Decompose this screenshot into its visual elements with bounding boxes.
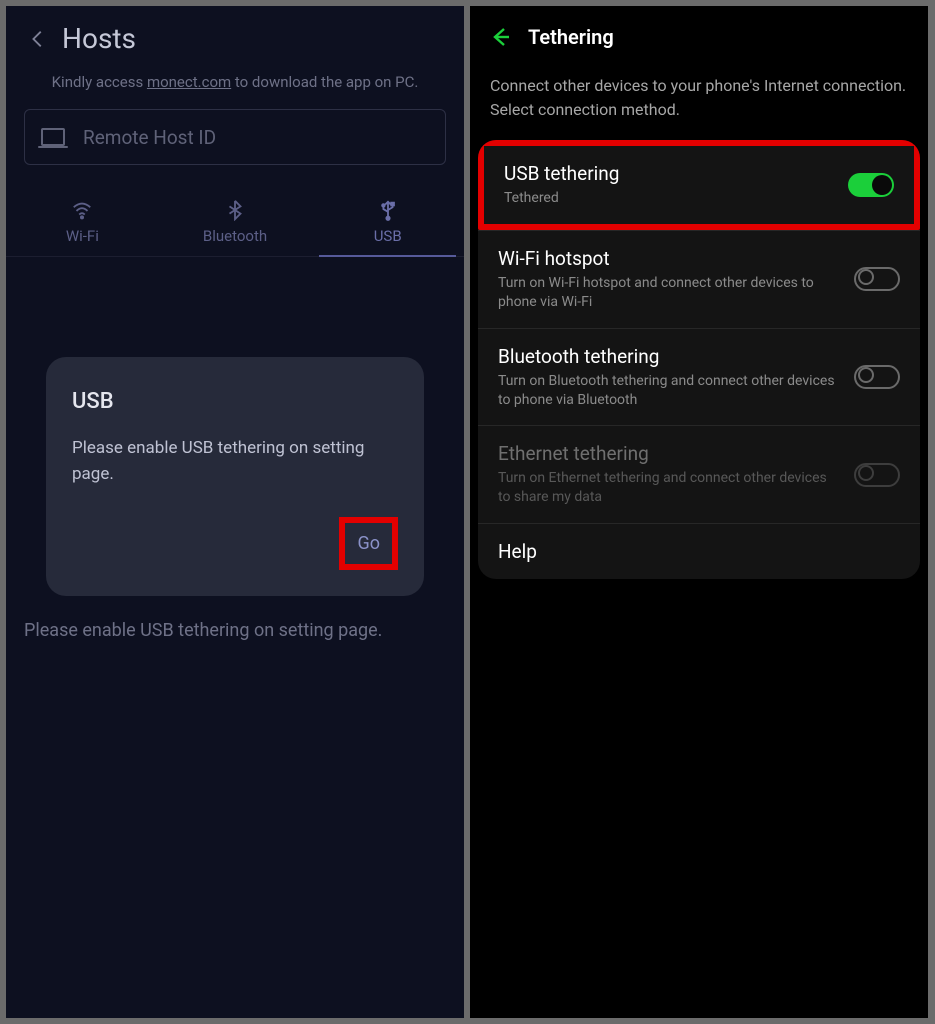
list-item-ethernet-tethering: Ethernet tethering Turn on Ethernet teth…	[478, 425, 920, 523]
ethernet-tethering-sub: Turn on Ethernet tethering and connect o…	[498, 469, 842, 507]
subtitle-post: to download the app on PC.	[231, 73, 418, 91]
tab-usb[interactable]: USB	[311, 187, 464, 256]
usb-tethering-toggle[interactable]	[848, 173, 894, 197]
help-title: Help	[498, 540, 900, 563]
tab-bluetooth[interactable]: Bluetooth	[159, 187, 312, 256]
usb-status-text: Please enable USB tethering on setting p…	[24, 620, 446, 641]
tab-wifi[interactable]: Wi-Fi	[6, 187, 159, 256]
tethering-screen: Tethering Connect other devices to your …	[470, 6, 928, 1018]
subtitle-pre: Kindly access	[52, 73, 147, 91]
monect-link[interactable]: monect.com	[147, 73, 231, 91]
usb-dialog-body: Please enable USB tethering on setting p…	[72, 436, 398, 487]
back-arrow-icon[interactable]	[488, 24, 514, 50]
page-title: Hosts	[62, 22, 136, 55]
tethering-list: USB tethering Tethered Wi-Fi hotspot Tur…	[478, 140, 920, 579]
tab-usb-label: USB	[374, 227, 402, 245]
usb-tethering-sub: Tethered	[504, 189, 836, 208]
tab-wifi-label: Wi-Fi	[66, 227, 99, 245]
bluetooth-tethering-sub: Turn on Bluetooth tethering and connect …	[498, 372, 842, 410]
bluetooth-tethering-toggle[interactable]	[854, 365, 900, 389]
wifi-icon	[71, 199, 93, 221]
subtitle-text: Kindly access monect.com to download the…	[24, 73, 446, 91]
header: Tethering	[470, 6, 928, 62]
bluetooth-icon	[224, 199, 246, 221]
go-button-highlight: Go	[339, 517, 398, 570]
page-subtitle: Connect other devices to your phone's In…	[470, 62, 928, 140]
list-item-bluetooth-tethering[interactable]: Bluetooth tethering Turn on Bluetooth te…	[478, 328, 920, 426]
tab-bluetooth-label: Bluetooth	[203, 227, 267, 245]
wifi-hotspot-title: Wi-Fi hotspot	[498, 247, 842, 270]
hosts-screen: Hosts Kindly access monect.com to downlo…	[6, 6, 464, 1018]
usb-dialog: USB Please enable USB tethering on setti…	[46, 357, 424, 596]
ethernet-tethering-toggle	[854, 463, 900, 487]
bluetooth-tethering-title: Bluetooth tethering	[498, 345, 842, 368]
remote-host-input[interactable]: Remote Host ID	[24, 109, 446, 165]
wifi-hotspot-toggle[interactable]	[854, 267, 900, 291]
page-title: Tethering	[528, 25, 614, 49]
wifi-hotspot-sub: Turn on Wi-Fi hotspot and connect other …	[498, 274, 842, 312]
usb-icon	[377, 199, 399, 221]
list-item-wifi-hotspot[interactable]: Wi-Fi hotspot Turn on Wi-Fi hotspot and …	[478, 230, 920, 328]
connection-tabs: Wi-Fi Bluetooth USB	[6, 187, 464, 257]
remote-host-placeholder: Remote Host ID	[83, 126, 216, 149]
header: Hosts	[6, 6, 464, 63]
go-button[interactable]: Go	[357, 533, 380, 554]
ethernet-tethering-title: Ethernet tethering	[498, 442, 842, 465]
usb-dialog-actions: Go	[72, 517, 398, 570]
usb-dialog-title: USB	[72, 389, 398, 414]
laptop-icon	[41, 128, 65, 146]
list-item-help[interactable]: Help	[478, 523, 920, 579]
list-item-usb-tethering[interactable]: USB tethering Tethered	[478, 140, 920, 230]
back-arrow-icon[interactable]	[24, 25, 52, 53]
usb-tethering-title: USB tethering	[504, 162, 836, 185]
